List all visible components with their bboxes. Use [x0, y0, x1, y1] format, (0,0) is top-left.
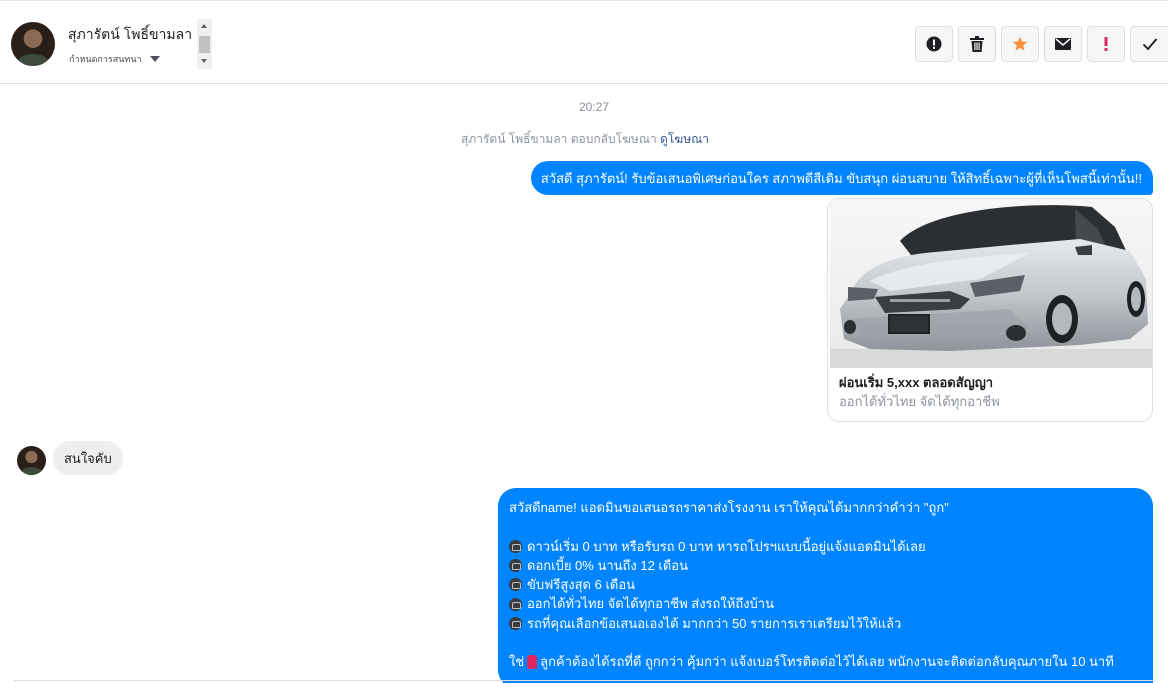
offer-bullet-text: ดอกเบี้ย 0% นานถึง 12 เดือน [527, 557, 689, 573]
offer-closing-text: ลูกค้าต้องได้รถที่ดี ถูกกว่า คุ้มกว่า แจ… [540, 654, 1114, 670]
car-emoji-icon [509, 616, 522, 630]
offer-bullet: ออกได้ทั่วไทย จัดได้ทุกอาชีพ ส่งรถให้ถึง… [509, 594, 1143, 613]
mark-unread-button[interactable] [1044, 26, 1082, 62]
star-icon [1012, 36, 1028, 51]
conversation-header: สุภารัตน์ โพธิ์ขามลา กำหนดการสนทนา [0, 0, 1168, 84]
offer-bullet-text: ขับฟรีสูงสุด 6 เดือน [527, 577, 636, 593]
car-emoji-icon [509, 539, 522, 553]
assign-conversation-dropdown[interactable]: กำหนดการสนทนา [69, 52, 160, 66]
star-button[interactable] [1001, 26, 1039, 62]
caret-down-icon [149, 56, 160, 62]
exclamation-icon [1104, 37, 1108, 51]
incoming-message-bubble: สนใจคับ [53, 441, 123, 475]
mark-spam-button[interactable] [1087, 26, 1125, 62]
offer-bullet: ดอกเบี้ย 0% นานถึง 12 เดือน [509, 556, 1143, 575]
ad-subtitle: ออกได้ทั่วไทย จัดได้ทุกอาชีพ [839, 394, 1000, 409]
assign-conversation-label: กำหนดการสนทนา [69, 54, 142, 64]
sender-avatar[interactable] [17, 446, 46, 475]
info-circle-icon [926, 36, 942, 52]
incoming-message-text: สนใจคับ [64, 450, 112, 466]
offer-bullet: ขับฟรีสูงสุด 6 เดือน [509, 575, 1143, 594]
contact-name[interactable]: สุภารัตน์ โพธิ์ขามลา [68, 24, 192, 46]
view-ad-link[interactable]: ดูโฆษณา [660, 132, 709, 146]
offer-closing: ใช่ ลูกค้าต้องได้รถที่ดี ถูกกว่า คุ้มกว่… [509, 652, 1143, 671]
delete-button[interactable] [958, 26, 996, 62]
message-timestamp: 20:27 [578, 100, 610, 114]
info-button[interactable] [915, 26, 953, 62]
offer-intro: สวัสดีname! แอดมินขอเสนอรถราคาส่งโรงงาน … [509, 500, 949, 515]
ad-preview-card[interactable]: ผ่อนเริ่ม 5,xxx ตลอดสัญญา ออกได้ทั่วไทย … [827, 198, 1153, 422]
ad-title: ผ่อนเริ่ม 5,xxx ตลอดสัญญา [839, 375, 994, 390]
outgoing-offer-bubble: สวัสดีname! แอดมินขอเสนอรถราคาส่งโรงงาน … [498, 488, 1153, 683]
scroll-down-icon[interactable] [201, 59, 207, 63]
outgoing-message-bubble: สวัสดี สุภารัตน์! รับข้อเสนอพิเศษก่อนใคร… [530, 161, 1153, 195]
offer-bullet: ดาวน์เริ่ม 0 บาท หรือรับรถ 0 บาท หารถโปร… [509, 537, 1143, 556]
ad-reply-notice: สุภารัตน์ โพธิ์ขามลา ตอบกลับโฆษณา ดูโฆษณ… [0, 130, 1168, 149]
trash-icon [970, 36, 984, 52]
red-emoji-icon [527, 655, 538, 670]
mark-done-button[interactable] [1130, 26, 1168, 62]
car-ad-image [830, 199, 1152, 368]
checkmark-icon [1142, 38, 1158, 51]
offer-closing-prefix: ใช่ [509, 654, 525, 670]
outgoing-message-text: สวัสดี สุภารัตน์! รับข้อเสนอพิเศษก่อนใคร… [540, 170, 1142, 186]
contact-avatar[interactable] [11, 22, 55, 66]
ad-reply-text: สุภารัตน์ โพธิ์ขามลา ตอบกลับโฆษณา [461, 132, 657, 146]
scrollbar-thumb[interactable] [199, 36, 210, 53]
offer-bullet-text: ดาวน์เริ่ม 0 บาท หรือรับรถ 0 บาท หารถโปร… [527, 538, 926, 554]
offer-bullet-text: ออกได้ทั่วไทย จัดได้ทุกอาชีพ ส่งรถให้ถึง… [527, 596, 774, 612]
header-scrollbar[interactable] [197, 19, 212, 69]
offer-bullet-text: รถที่คุณเลือกข้อเสนอเองได้ มากกว่า 50 รา… [527, 615, 902, 631]
envelope-icon [1055, 38, 1071, 50]
car-emoji-icon [509, 578, 522, 592]
scroll-up-icon[interactable] [201, 24, 207, 28]
car-emoji-icon [509, 597, 522, 611]
offer-bullet: รถที่คุณเลือกข้อเสนอเองได้ มากกว่า 50 รา… [509, 614, 1143, 633]
car-illustration [830, 199, 1152, 368]
car-emoji-icon [509, 559, 522, 573]
conversation-toolbar [915, 26, 1168, 62]
contact-name-box: สุภารัตน์ โพธิ์ขามลา กำหนดการสนทนา [65, 19, 213, 69]
